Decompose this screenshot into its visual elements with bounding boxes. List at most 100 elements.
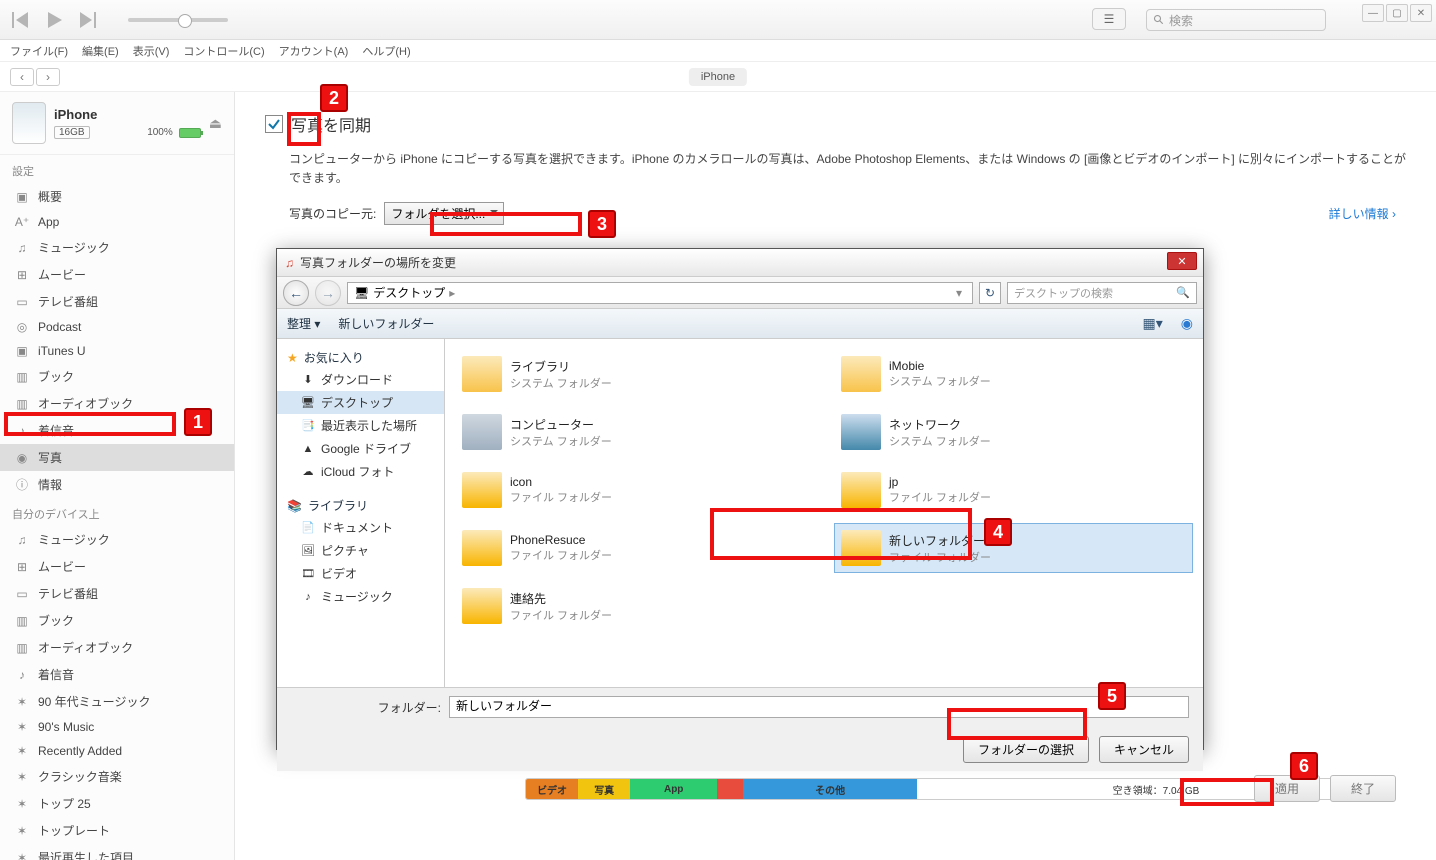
file-item-新しいフォルダー[interactable]: 新しいフォルダーファイル フォルダー [834, 523, 1193, 573]
sidebar-item-ムービー[interactable]: ⊞ムービー [0, 553, 234, 580]
sidebar-item-ムービー[interactable]: ⊞ムービー [0, 261, 234, 288]
tree-item-最近表示した場所[interactable]: 📑最近表示した場所 [277, 414, 444, 437]
sidebar-item-App[interactable]: A⁺App [0, 210, 234, 234]
dialog-search-input[interactable]: デスクトップの検索 🔍 [1007, 282, 1197, 304]
annotation-6-badge: 6 [1290, 752, 1318, 780]
dialog-forward-button[interactable]: → [315, 280, 341, 306]
dialog-close-button[interactable]: ✕ [1167, 252, 1197, 270]
sidebar-label: 写真 [38, 449, 62, 466]
file-item-iMobie[interactable]: iMobieシステム フォルダー [834, 349, 1193, 399]
new-folder-button[interactable]: 新しいフォルダー [338, 315, 434, 332]
path-bar[interactable]: 🖥 デスクトップ ▸ ▾ [347, 282, 973, 304]
refresh-button[interactable]: ↻ [979, 282, 1001, 304]
dialog-title: 写真フォルダーの場所を変更 [300, 254, 456, 271]
done-button[interactable]: 終了 [1330, 775, 1396, 802]
menu-view[interactable]: 表示(V) [133, 43, 170, 59]
search-input[interactable]: 検索 [1146, 9, 1326, 31]
sync-photos-checkbox[interactable] [265, 115, 283, 133]
sidebar-item-トップ 25[interactable]: ✶トップ 25 [0, 790, 234, 817]
sidebar-item-着信音[interactable]: ♪着信音 [0, 661, 234, 688]
tree-item-ピクチャ[interactable]: 🖼ピクチャ [277, 539, 444, 562]
sidebar-item-Recently Added[interactable]: ✶Recently Added [0, 739, 234, 763]
sidebar-item-概要[interactable]: ▣ 概要 [0, 183, 234, 210]
sidebar-item-iTunes U[interactable]: ▣iTunes U [0, 339, 234, 363]
tree-favorites[interactable]: ★お気に入り [277, 345, 444, 368]
folder-name-input[interactable]: 新しいフォルダー [449, 696, 1189, 718]
sidebar-icon: ♪ [14, 424, 30, 438]
file-item-連絡先[interactable]: 連絡先ファイル フォルダー [455, 581, 814, 631]
cancel-button[interactable]: キャンセル [1099, 736, 1189, 763]
sidebar-item-90's Music[interactable]: ✶90's Music [0, 715, 234, 739]
tree-item-Google ドライブ[interactable]: ▲Google ドライブ [277, 437, 444, 460]
nav-forward-button[interactable]: › [36, 68, 60, 86]
sidebar-item-ミュージック[interactable]: ♫ミュージック [0, 526, 234, 553]
menu-control[interactable]: コントロール(C) [183, 43, 264, 59]
help-button[interactable]: ◉ [1181, 315, 1193, 332]
dialog-titlebar: ♫ 写真フォルダーの場所を変更 ✕ [277, 249, 1203, 277]
tree-item-iCloud フォト[interactable]: ☁iCloud フォト [277, 460, 444, 483]
file-pane: ライブラリシステム フォルダー iMobieシステム フォルダーコンピューターシス… [445, 339, 1203, 687]
sidebar-item-最近再生した項目[interactable]: ✶ 最近再生した項目 [0, 844, 234, 860]
tree-library[interactable]: 📚ライブラリ [277, 493, 444, 516]
sidebar-item-90 年代ミュージック[interactable]: ✶90 年代ミュージック [0, 688, 234, 715]
file-item-icon[interactable]: iconファイル フォルダー [455, 465, 814, 515]
sidebar-item-クラシック音楽[interactable]: ✶クラシック音楽 [0, 763, 234, 790]
close-button[interactable]: ✕ [1410, 4, 1432, 22]
sidebar-label: 概要 [38, 188, 62, 205]
file-item-ライブラリ[interactable]: ライブラリシステム フォルダー [455, 349, 814, 399]
sidebar-label: テレビ番組 [38, 293, 98, 310]
sidebar-label: ムービー [38, 266, 86, 283]
sidebar-item-テレビ番組[interactable]: ▭テレビ番組 [0, 288, 234, 315]
minimize-button[interactable]: — [1362, 4, 1384, 22]
list-view-button[interactable]: ☰ [1092, 8, 1126, 30]
sidebar-label: 着信音 [38, 422, 74, 439]
nav-back-button[interactable]: ‹ [10, 68, 34, 86]
prev-track-icon[interactable] [10, 10, 30, 30]
sidebar-label: 最近再生した項目 [38, 849, 134, 860]
sidebar-item-テレビ番組[interactable]: ▭テレビ番組 [0, 580, 234, 607]
dialog-back-button[interactable]: ← [283, 280, 309, 306]
sidebar-label: ブック [38, 612, 74, 629]
eject-icon[interactable]: ⏏ [209, 115, 222, 132]
more-info-link[interactable]: 詳しい情報 › [1329, 205, 1396, 222]
play-icon[interactable] [44, 10, 64, 30]
sidebar-icon: ▣ [14, 190, 30, 204]
view-options-button[interactable]: ▦▾ [1143, 315, 1163, 332]
sidebar-item-写真[interactable]: ◉写真 [0, 444, 234, 471]
tree-item-ドキュメント[interactable]: 📄ドキュメント [277, 516, 444, 539]
sidebar-item-Podcast[interactable]: ◎Podcast [0, 315, 234, 339]
tree-item-ミュージック[interactable]: ♪ミュージック [277, 585, 444, 608]
copy-source-select[interactable]: フォルダを選択... [384, 202, 504, 225]
maximize-button[interactable]: ▢ [1386, 4, 1408, 22]
sidebar-item-オーディオブック[interactable]: ▥オーディオブック [0, 634, 234, 661]
tree-icon: ▲ [301, 443, 315, 455]
sidebar-item-ブック[interactable]: ▥ブック [0, 363, 234, 390]
organize-dropdown[interactable]: 整理 ▾ [287, 315, 320, 332]
tree-item-デスクトップ[interactable]: 🖥デスクトップ [277, 391, 444, 414]
file-item-ネットワーク[interactable]: ネットワークシステム フォルダー [834, 407, 1193, 457]
sidebar-item-トップレート[interactable]: ✶トップレート [0, 817, 234, 844]
file-item-コンピューター[interactable]: コンピューターシステム フォルダー [455, 407, 814, 457]
menu-edit[interactable]: 編集(E) [82, 43, 119, 59]
sidebar-item-ミュージック[interactable]: ♫ミュージック [0, 234, 234, 261]
menu-account[interactable]: アカウント(A) [279, 43, 349, 59]
menu-help[interactable]: ヘルプ(H) [362, 43, 410, 59]
device-header[interactable]: iPhone 16GB 100% ⏏ [0, 92, 234, 155]
file-item-jp[interactable]: jpファイル フォルダー [834, 465, 1193, 515]
sidebar-icon: ✶ [14, 851, 30, 860]
device-pill[interactable]: iPhone [689, 68, 747, 86]
sidebar-icon: ✶ [14, 770, 30, 784]
select-folder-button[interactable]: フォルダーの選択 [963, 736, 1089, 763]
sidebar-item-ブック[interactable]: ▥ブック [0, 607, 234, 634]
sidebar-label: トップレート [38, 822, 110, 839]
annotation-5-badge: 5 [1098, 682, 1126, 710]
tree-item-ビデオ[interactable]: 🎞ビデオ [277, 562, 444, 585]
sidebar-label: 90's Music [38, 720, 94, 734]
next-track-icon[interactable] [78, 10, 98, 30]
menu-file[interactable]: ファイル(F) [10, 43, 68, 59]
tree-item-ダウンロード[interactable]: ⬇ダウンロード [277, 368, 444, 391]
sidebar-label: ブック [38, 368, 74, 385]
volume-slider[interactable] [128, 18, 228, 22]
file-item-PhoneResuce[interactable]: PhoneResuceファイル フォルダー [455, 523, 814, 573]
sidebar-item-情報[interactable]: ⓘ情報 [0, 471, 234, 498]
